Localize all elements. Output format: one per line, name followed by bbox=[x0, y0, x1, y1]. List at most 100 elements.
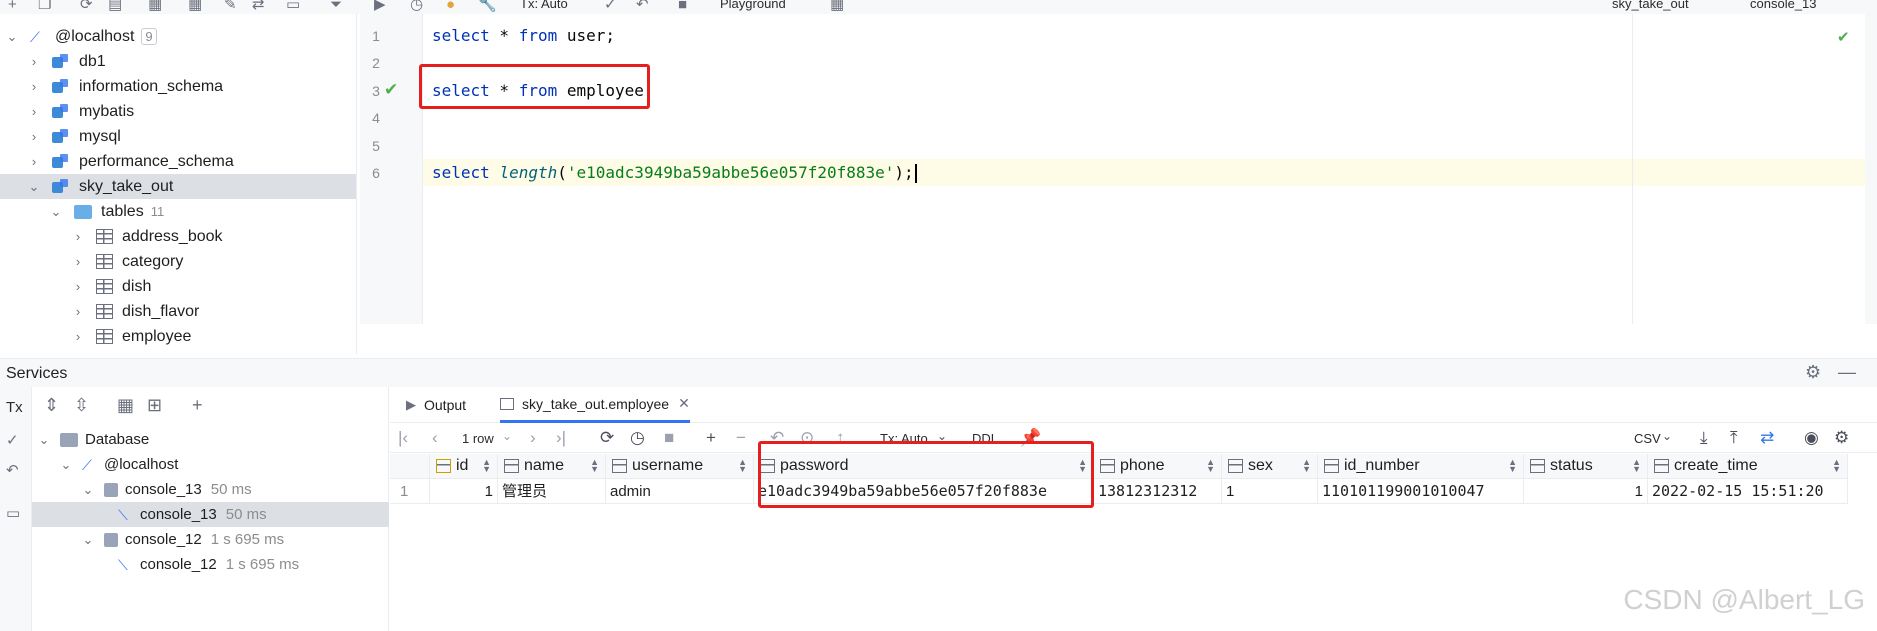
schema-icon[interactable]: ▤ bbox=[108, 0, 122, 13]
sort-icon[interactable]: ▲ ▼ bbox=[590, 458, 599, 474]
stop-icon[interactable]: ■ bbox=[664, 428, 674, 448]
tree-node-tables[interactable]: ⌄ tables 11 bbox=[0, 199, 356, 224]
chevron-right-icon[interactable]: › bbox=[26, 79, 42, 94]
service-node-console-12-child[interactable]: ⟍ console_12 1 s 695 ms bbox=[32, 552, 389, 577]
sort-icon[interactable]: ▲ ▼ bbox=[1302, 458, 1311, 474]
tab-output[interactable]: ▶ Output bbox=[406, 387, 466, 423]
chevron-right-icon[interactable]: › bbox=[26, 104, 42, 119]
tree-node-mysql[interactable]: › mysql bbox=[0, 124, 356, 149]
tree-node-information-schema[interactable]: › information_schema bbox=[0, 74, 356, 99]
add-row-icon[interactable]: + bbox=[706, 428, 716, 448]
tree-node-table[interactable]: › category bbox=[0, 249, 356, 274]
tree-node-mybatis[interactable]: › mybatis bbox=[0, 99, 356, 124]
chevron-down-icon[interactable]: ⌄ bbox=[26, 179, 42, 195]
gear-icon[interactable]: ⚙ bbox=[1805, 362, 1821, 383]
service-node-console-13-child[interactable]: ⟍ console_13 50 ms bbox=[32, 502, 389, 527]
chevron-down-icon[interactable]: ⌄ bbox=[80, 532, 96, 548]
view-icon[interactable]: ◉ bbox=[1804, 428, 1819, 448]
download-icon[interactable]: ⤓ bbox=[1700, 428, 1708, 448]
chevron-down-icon[interactable]: ⌄ bbox=[1662, 426, 1672, 446]
chevron-right-icon[interactable]: › bbox=[70, 279, 86, 294]
sort-icon[interactable]: ▲ ▼ bbox=[482, 458, 491, 474]
tree-node-db1[interactable]: › db1 bbox=[0, 49, 356, 74]
console-icon[interactable]: ▭ bbox=[286, 0, 300, 13]
cell-sex[interactable]: 1 bbox=[1222, 479, 1318, 504]
export-format-selector[interactable]: CSV bbox=[1634, 431, 1661, 446]
chevron-right-icon[interactable]: › bbox=[70, 254, 86, 269]
cell-status[interactable]: 1 bbox=[1524, 479, 1648, 504]
sort-icon[interactable]: ▲ ▼ bbox=[738, 458, 747, 474]
commit-icon[interactable]: ✓ bbox=[6, 431, 19, 449]
minimize-icon[interactable]: — bbox=[1838, 362, 1856, 383]
filter-icon[interactable]: ⊞ bbox=[147, 395, 162, 416]
row-count-selector[interactable]: 1 row bbox=[462, 431, 494, 446]
grid-icon[interactable]: ▦ bbox=[830, 0, 844, 13]
layout-icon[interactable]: ▭ bbox=[6, 504, 20, 522]
sort-icon[interactable]: ▲ ▼ bbox=[1508, 458, 1517, 474]
previous-page-icon[interactable]: ‹ bbox=[432, 428, 438, 448]
delete-row-icon[interactable]: − bbox=[736, 428, 746, 448]
tree-node-localhost[interactable]: ⌄ ⟋ @localhost 9 bbox=[0, 24, 356, 49]
sort-icon[interactable]: ▲ ▼ bbox=[1206, 458, 1215, 474]
next-page-icon[interactable]: › bbox=[530, 428, 536, 448]
collapse-all-icon[interactable]: ⇳ bbox=[74, 395, 89, 416]
history-icon[interactable]: ◷ bbox=[410, 0, 423, 13]
reload-icon[interactable]: ⟳ bbox=[600, 428, 614, 448]
playground-selector[interactable]: Playground bbox=[720, 0, 786, 12]
chevron-right-icon[interactable]: › bbox=[70, 304, 86, 319]
schema-selector[interactable]: sky_take_out bbox=[1612, 0, 1689, 12]
expand-all-icon[interactable]: ⇕ bbox=[44, 395, 59, 416]
history-icon[interactable]: ◷ bbox=[630, 428, 645, 448]
tree-node-performance-schema[interactable]: › performance_schema bbox=[0, 149, 356, 174]
column-header-sex[interactable]: sex ▲ ▼ bbox=[1222, 454, 1318, 479]
chevron-right-icon[interactable]: › bbox=[26, 54, 42, 69]
service-node-localhost[interactable]: ⌄ ⟋ @localhost bbox=[32, 452, 389, 477]
chevron-down-icon[interactable]: ⌄ bbox=[80, 482, 96, 498]
database-icon[interactable]: ▦ bbox=[148, 0, 162, 13]
chevron-right-icon[interactable]: › bbox=[26, 154, 42, 169]
upload-icon[interactable]: ⤒ bbox=[1730, 428, 1738, 448]
rollback-icon[interactable]: ↶ bbox=[636, 0, 649, 13]
run-icon[interactable]: ▶ bbox=[374, 0, 386, 13]
column-header-id[interactable]: id ▲ ▼ bbox=[430, 454, 498, 479]
sql-editor[interactable]: 1 2 3 ✔ 4 5 6 select * from user; select… bbox=[360, 14, 1877, 324]
editor-scrollbar[interactable] bbox=[1865, 14, 1877, 324]
tree-node-sky-take-out[interactable]: ⌄ sky_take_out bbox=[0, 174, 356, 199]
sort-icon[interactable]: ▲ ▼ bbox=[1632, 458, 1641, 474]
chevron-down-icon[interactable]: ⌄ bbox=[48, 204, 64, 220]
cell-username[interactable]: admin bbox=[606, 479, 754, 504]
close-icon[interactable]: ✕ bbox=[678, 395, 690, 412]
code-line-6[interactable]: select length('e10adc3949ba59abbe56e057f… bbox=[423, 159, 1877, 186]
tree-node-table[interactable]: › dish_flavor bbox=[0, 299, 356, 324]
tree-node-table[interactable]: › address_book bbox=[0, 224, 356, 249]
cell-name[interactable]: 管理员 bbox=[498, 479, 606, 504]
console-selector[interactable]: console_13 bbox=[1750, 0, 1817, 12]
jump-icon[interactable]: ⇄ bbox=[252, 0, 265, 13]
tab-employee-result[interactable]: sky_take_out.employee ✕ bbox=[500, 387, 690, 423]
edit-icon[interactable]: ✎ bbox=[224, 0, 237, 13]
column-header-id-number[interactable]: id_number ▲ ▼ bbox=[1318, 454, 1524, 479]
last-page-icon[interactable]: ›| bbox=[556, 428, 566, 448]
column-header-create-time[interactable]: create_time ▲ ▼ bbox=[1648, 454, 1848, 479]
column-header-status[interactable]: status ▲ ▼ bbox=[1524, 454, 1648, 479]
stop-icon[interactable]: ■ bbox=[678, 0, 687, 13]
column-header-username[interactable]: username ▲ ▼ bbox=[606, 454, 754, 479]
tx-icon[interactable]: Tx bbox=[6, 399, 23, 416]
code-line-1[interactable]: select * from user; bbox=[432, 26, 615, 45]
chevron-right-icon[interactable]: › bbox=[70, 329, 86, 344]
sort-icon[interactable]: ▲ ▼ bbox=[1832, 458, 1841, 474]
gear-icon[interactable]: ⚙ bbox=[1834, 428, 1849, 448]
chevron-right-icon[interactable]: › bbox=[26, 129, 42, 144]
first-page-icon[interactable]: |‹ bbox=[398, 428, 408, 448]
chevron-down-icon[interactable]: ⌄ bbox=[58, 457, 74, 473]
service-node-database[interactable]: ⌄ Database bbox=[32, 427, 389, 452]
cell-id-number[interactable]: 110101199001010047 bbox=[1318, 479, 1524, 504]
service-node-console-13[interactable]: ⌄ console_13 50 ms bbox=[32, 477, 389, 502]
table-view-icon[interactable]: ▦ bbox=[188, 0, 202, 13]
filter-icon[interactable]: ⏷ bbox=[330, 0, 342, 13]
rollback-icon[interactable]: ↶ bbox=[6, 461, 19, 479]
tx-mode-selector[interactable]: Tx: Auto bbox=[520, 0, 568, 12]
add-service-icon[interactable]: + bbox=[192, 395, 203, 416]
chevron-down-icon[interactable]: ⌄ bbox=[502, 426, 512, 446]
chevron-right-icon[interactable]: › bbox=[70, 229, 86, 244]
